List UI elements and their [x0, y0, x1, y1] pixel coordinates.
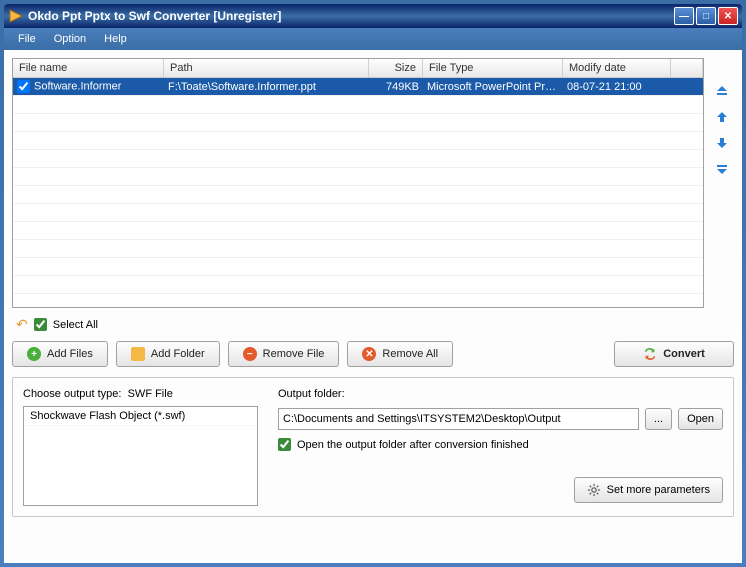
x-icon: ✕	[362, 347, 376, 361]
output-type-section: Choose output type: SWF File Shockwave F…	[23, 388, 258, 506]
table-row[interactable]: Software.Informer F:\Toate\Software.Info…	[13, 78, 703, 96]
titlebar: Okdo Ppt Pptx to Swf Converter [Unregist…	[4, 4, 742, 28]
table-row	[13, 96, 703, 114]
table-row	[13, 276, 703, 294]
move-bottom-button[interactable]	[713, 160, 731, 178]
table-row	[13, 150, 703, 168]
cell-filename: Software.Informer	[34, 80, 121, 92]
output-folder-section: Output folder: ... Open Open the output …	[278, 388, 723, 506]
close-button[interactable]: ✕	[718, 7, 738, 25]
app-window: Okdo Ppt Pptx to Swf Converter [Unregist…	[0, 0, 746, 567]
window-controls: — □ ✕	[674, 7, 738, 25]
gear-icon	[587, 483, 601, 497]
browse-button[interactable]: ...	[645, 408, 672, 430]
col-path[interactable]: Path	[164, 59, 369, 77]
folder-icon	[131, 347, 145, 361]
output-type-list[interactable]: Shockwave Flash Object (*.swf)	[23, 406, 258, 506]
menu-file[interactable]: File	[10, 31, 44, 47]
select-all-checkbox[interactable]	[34, 318, 47, 331]
add-folder-button[interactable]: Add Folder	[116, 341, 220, 367]
open-after-checkbox[interactable]	[278, 438, 291, 451]
select-all-row: ↶ Select All	[12, 314, 734, 335]
table-row	[13, 132, 703, 150]
output-panel: Choose output type: SWF File Shockwave F…	[12, 377, 734, 517]
table-body: Software.Informer F:\Toate\Software.Info…	[13, 78, 703, 307]
minimize-button[interactable]: —	[674, 7, 694, 25]
move-up-button[interactable]	[713, 108, 731, 126]
col-filename[interactable]: File name	[13, 59, 164, 77]
select-all-label: Select All	[53, 319, 98, 331]
reorder-arrows	[710, 58, 734, 308]
row-checkbox[interactable]	[17, 80, 30, 93]
move-top-button[interactable]	[713, 82, 731, 100]
output-folder-label: Output folder:	[278, 388, 723, 400]
output-folder-input[interactable]	[278, 408, 639, 430]
app-icon	[8, 8, 24, 24]
table-row	[13, 222, 703, 240]
client-area: File name Path Size File Type Modify dat…	[4, 50, 742, 563]
table-row	[13, 204, 703, 222]
maximize-button[interactable]: □	[696, 7, 716, 25]
cell-date: 08-07-21 21:00	[563, 80, 671, 94]
set-more-parameters-button[interactable]: Set more parameters	[574, 477, 723, 503]
col-modifydate[interactable]: Modify date	[563, 59, 671, 77]
table-row	[13, 114, 703, 132]
open-after-label: Open the output folder after conversion …	[297, 439, 529, 451]
open-folder-button[interactable]: Open	[678, 408, 723, 430]
add-files-button[interactable]: +Add Files	[12, 341, 108, 367]
col-filetype[interactable]: File Type	[423, 59, 563, 77]
menu-help[interactable]: Help	[96, 31, 135, 47]
cell-type: Microsoft PowerPoint Pre...	[423, 80, 563, 94]
plus-icon: +	[27, 347, 41, 361]
convert-icon	[643, 347, 657, 361]
up-folder-icon[interactable]: ↶	[16, 316, 28, 333]
col-spacer	[671, 59, 703, 77]
table-row	[13, 168, 703, 186]
menu-option[interactable]: Option	[46, 31, 94, 47]
cell-size: 749KB	[369, 80, 423, 94]
col-size[interactable]: Size	[369, 59, 423, 77]
cell-path: F:\Toate\Software.Informer.ppt	[164, 80, 369, 94]
move-down-button[interactable]	[713, 134, 731, 152]
minus-icon: −	[243, 347, 257, 361]
table-row	[13, 240, 703, 258]
remove-file-button[interactable]: −Remove File	[228, 341, 340, 367]
table-header: File name Path Size File Type Modify dat…	[13, 59, 703, 78]
output-type-value: SWF File	[128, 388, 173, 400]
remove-all-button[interactable]: ✕Remove All	[347, 341, 453, 367]
convert-button[interactable]: Convert	[614, 341, 734, 367]
file-table: File name Path Size File Type Modify dat…	[12, 58, 704, 308]
table-row	[13, 258, 703, 276]
menubar: File Option Help	[4, 28, 742, 50]
output-type-option[interactable]: Shockwave Flash Object (*.swf)	[24, 407, 257, 426]
toolbar: +Add Files Add Folder −Remove File ✕Remo…	[12, 341, 734, 367]
output-type-label: Choose output type:	[23, 388, 121, 400]
table-row	[13, 186, 703, 204]
window-title: Okdo Ppt Pptx to Swf Converter [Unregist…	[28, 9, 674, 23]
